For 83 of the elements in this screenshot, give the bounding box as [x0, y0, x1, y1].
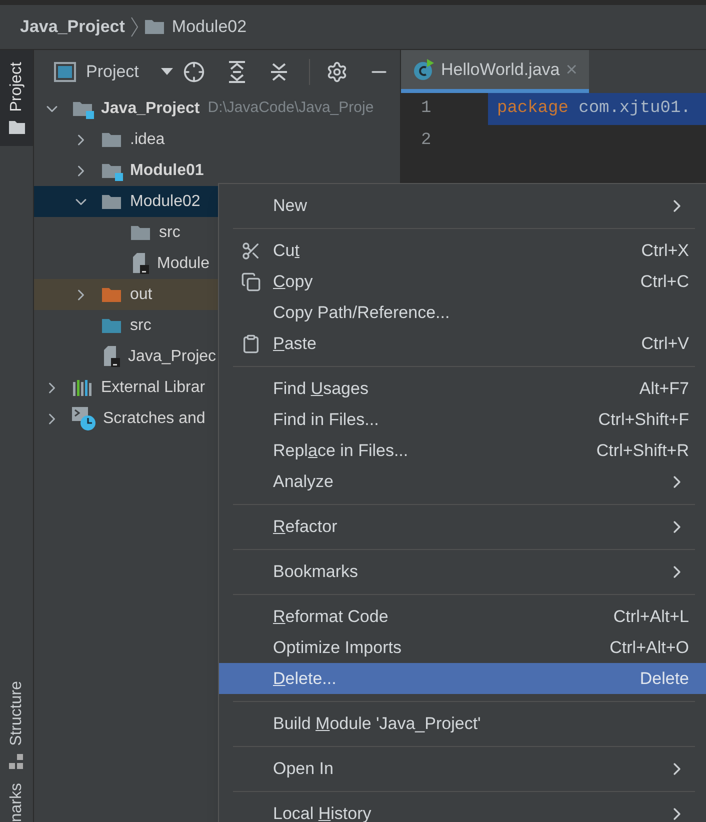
- menu-item[interactable]: Paste Ctrl+V: [219, 328, 706, 359]
- expand-all-icon[interactable]: [226, 60, 247, 82]
- menu-item[interactable]: Delete... Delete: [219, 663, 706, 694]
- menu-label: New: [273, 194, 308, 217]
- line-number: 1: [420, 98, 432, 120]
- menu-item[interactable]: Refactor: [219, 511, 706, 542]
- menu-label: Replace in Files...: [273, 440, 408, 462]
- menu-label: Reformat Code: [273, 606, 388, 628]
- tree-label: Module01: [130, 160, 204, 180]
- tree-row[interactable]: .idea: [34, 124, 400, 155]
- menu-item[interactable]: Analyze: [219, 466, 706, 497]
- menu-item[interactable]: Optimize Imports Ctrl+Alt+O: [219, 632, 706, 663]
- tree-path: D:\JavaCode\Java_Proje: [208, 98, 374, 118]
- panel-title: Project: [86, 60, 139, 83]
- shortcut-label: Ctrl+Alt+L: [613, 606, 689, 628]
- shortcut-label: Ctrl+V: [641, 332, 689, 355]
- tool-window-tab[interactable]: narks: [4, 782, 28, 822]
- folder-icon: [144, 17, 166, 37]
- menu-item[interactable]: Find Usages Alt+F7: [219, 373, 706, 404]
- editor-tab[interactable]: HelloWorld.java ×: [401, 50, 590, 93]
- menu-item[interactable]: Open In: [219, 753, 706, 784]
- tree-label: Java_Project: [101, 98, 200, 118]
- tree-label: src: [130, 316, 152, 336]
- scratch-clock-icon: [72, 406, 96, 430]
- settings-icon[interactable]: [326, 60, 348, 82]
- tool-window-tab[interactable]: Project: [0, 50, 33, 146]
- file-icon: [130, 252, 150, 274]
- tree-label: src: [159, 222, 180, 242]
- menu-label: Find in Files...: [273, 408, 379, 431]
- breadcrumb-item[interactable]: Java_Project: [20, 14, 125, 40]
- menu-label: Analyze: [273, 470, 334, 493]
- tool-window-tab[interactable]: Structure: [4, 680, 28, 746]
- project-window-icon: [54, 62, 76, 82]
- menu-label: Paste: [273, 332, 316, 355]
- shortcut-label: Alt+F7: [639, 378, 689, 400]
- menu-label: Refactor: [273, 516, 338, 538]
- tree-label: Module: [157, 254, 210, 274]
- shortcut-label: Ctrl+X: [641, 240, 689, 262]
- menu-item[interactable]: Cut Ctrl+X: [219, 235, 706, 266]
- folder-icon: [8, 120, 24, 134]
- shortcut-label: Ctrl+Shift+F: [598, 408, 689, 431]
- menu-item[interactable]: Replace in Files... Ctrl+Shift+R: [219, 435, 706, 466]
- menu-item[interactable]: Build Module 'Java_Project': [219, 708, 706, 739]
- menu-item[interactable]: Local History: [219, 798, 706, 822]
- dropdown-caret-icon[interactable]: [160, 68, 173, 76]
- menu-item[interactable]: Find in Files... Ctrl+Shift+F: [219, 404, 706, 435]
- tree-row[interactable]: Java_Project D:\JavaCode\Java_Proje: [34, 93, 400, 124]
- menu-label: Delete...: [273, 668, 336, 690]
- tab-label: Project: [6, 62, 26, 112]
- tree-label: .idea: [130, 130, 165, 150]
- tree-label: Module02: [130, 192, 200, 212]
- structure-icon: [9, 754, 24, 769]
- line-number: 2: [420, 130, 432, 152]
- code-line: package com.xjtu01.: [497, 98, 691, 120]
- file-icon: [101, 346, 121, 368]
- collapse-all-icon[interactable]: [268, 60, 289, 82]
- tree-label: Scratches and: [103, 408, 206, 428]
- shortcut-label: Ctrl+C: [640, 270, 689, 293]
- breadcrumb-separator-icon: [130, 17, 138, 37]
- tree-row[interactable]: Module01: [34, 155, 400, 186]
- breadcrumb-item[interactable]: Module02: [172, 14, 247, 40]
- tree-label: External Librar: [101, 378, 206, 398]
- library-icon: [72, 378, 94, 398]
- menu-item[interactable]: Bookmarks: [219, 556, 706, 587]
- clipboard-icon: [241, 334, 261, 354]
- shortcut-label: Delete: [640, 668, 689, 690]
- menu-label: Open In: [273, 758, 334, 780]
- locate-icon[interactable]: [182, 60, 205, 82]
- menu-label: Local History: [273, 802, 372, 822]
- shortcut-label: Ctrl+Shift+R: [596, 440, 689, 462]
- menu-label: Cut: [273, 240, 300, 262]
- menu-item[interactable]: Reformat Code Ctrl+Alt+L: [219, 601, 706, 632]
- tab-label: HelloWorld.java: [441, 58, 560, 81]
- menu-label: Optimize Imports: [273, 636, 402, 659]
- menu-label: Bookmarks: [273, 560, 358, 583]
- java-class-icon: [413, 58, 435, 80]
- shortcut-label: Ctrl+Alt+O: [610, 636, 689, 659]
- tree-label: Java_Projec: [128, 346, 216, 366]
- scissors-icon: [241, 240, 261, 260]
- menu-label: Find Usages: [273, 378, 368, 400]
- tree-label: out: [130, 284, 152, 304]
- menu-label: Build Module 'Java_Project': [273, 712, 481, 735]
- copy-icon: [241, 272, 261, 292]
